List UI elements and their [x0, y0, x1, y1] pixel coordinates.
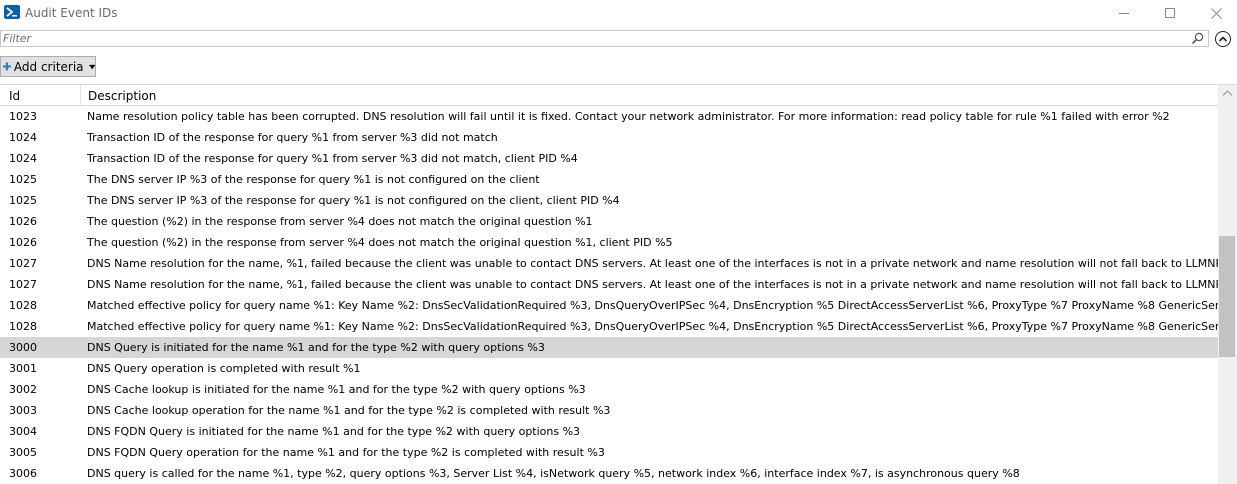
table-row[interactable]: 1025 The DNS server IP %3 of the response…	[0, 190, 1218, 211]
event-id-table: Id Description 1023 Name resolution polic…	[0, 84, 1237, 484]
table-row[interactable]: 3003 DNS Cache lookup operation for the n…	[0, 400, 1218, 421]
description-cell: Transaction ID of the response for query…	[87, 152, 578, 165]
dropdown-arrow-icon	[88, 64, 95, 69]
description-cell: DNS Name resolution for the name, %1, fa…	[87, 278, 1218, 291]
table-row[interactable]: 3006 DNS query is called for the name %1,…	[0, 463, 1218, 484]
event-id-cell: 1025	[9, 173, 37, 186]
filter-input[interactable]	[3, 31, 1183, 46]
description-cell: DNS Query is initiated for the name %1 a…	[87, 341, 545, 354]
table-row[interactable]: 1025 The DNS server IP %3 of the response…	[0, 169, 1218, 190]
event-id-cell: 1024	[9, 131, 37, 144]
description-cell: The DNS server IP %3 of the response for…	[87, 194, 620, 207]
table-row[interactable]: 3002 DNS Cache lookup is initiated for th…	[0, 379, 1218, 400]
minimize-icon	[1119, 13, 1129, 14]
filter-bar	[0, 30, 1209, 47]
table-row[interactable]: 1024 Transaction ID of the response for q…	[0, 127, 1218, 148]
description-cell: Transaction ID of the response for query…	[87, 131, 498, 144]
column-divider[interactable]	[80, 85, 81, 105]
table-row[interactable]: 1024 Transaction ID of the response for q…	[0, 148, 1218, 169]
event-id-cell: 3002	[9, 383, 37, 396]
event-id-cell: 3004	[9, 425, 37, 438]
table-row[interactable]: 1023 Name resolution policy table has bee…	[0, 106, 1218, 127]
table-row[interactable]: 1027 DNS Name resolution for the name, %1…	[0, 274, 1218, 295]
description-cell: Matched effective policy for query name …	[87, 320, 1218, 333]
column-header-id[interactable]: Id	[9, 89, 20, 103]
description-cell: DNS FQDN Query is initiated for the name…	[87, 425, 581, 438]
table-row[interactable]: 1027 DNS Name resolution for the name, %1…	[0, 253, 1218, 274]
add-criteria-label: Add criteria	[13, 59, 84, 74]
event-id-cell: 3000	[9, 341, 37, 354]
event-id-cell: 3001	[9, 362, 37, 375]
table-row[interactable]: 3001 DNS Query operation is completed wit…	[0, 358, 1218, 379]
minimize-button[interactable]	[1101, 0, 1147, 26]
scroll-up-arrow-icon[interactable]	[1222, 89, 1233, 97]
event-id-cell: 1028	[9, 299, 37, 312]
description-cell: The question (%2) in the response from s…	[87, 236, 673, 249]
vertical-scrollbar[interactable]	[1218, 85, 1237, 484]
column-header-description[interactable]: Description	[88, 89, 156, 103]
chevron-up-circle-icon	[1218, 36, 1228, 42]
event-id-cell: 3006	[9, 467, 37, 480]
event-id-cell: 3003	[9, 404, 37, 417]
description-cell: DNS FQDN Query operation for the name %1…	[87, 446, 605, 459]
table-row[interactable]: 1028 Matched effective policy for query n…	[0, 316, 1218, 337]
description-cell: DNS Cache lookup is initiated for the na…	[87, 383, 586, 396]
window-title: Audit Event IDs	[25, 6, 118, 20]
table-row[interactable]: 3004 DNS FQDN Query is initiated for the …	[0, 421, 1218, 442]
description-cell: DNS Cache lookup operation for the name …	[87, 404, 611, 417]
event-id-cell: 1024	[9, 152, 37, 165]
add-criteria-button[interactable]: Add criteria	[0, 56, 96, 77]
description-cell: The question (%2) in the response from s…	[87, 215, 593, 228]
table-header: Id Description	[0, 85, 1218, 106]
table-body: 1023 Name resolution policy table has bee…	[0, 106, 1218, 484]
description-cell: DNS Query operation is completed with re…	[87, 362, 361, 375]
close-icon	[1210, 7, 1222, 19]
powershell-icon	[4, 5, 20, 19]
table-row[interactable]: 1026 The question (%2) in the response fr…	[0, 232, 1218, 253]
maximize-button[interactable]	[1147, 0, 1193, 26]
table-row[interactable]: 3005 DNS FQDN Query operation for the nam…	[0, 442, 1218, 463]
description-cell: Matched effective policy for query name …	[87, 299, 1218, 312]
description-cell: The DNS server IP %3 of the response for…	[87, 173, 540, 186]
event-id-cell: 1023	[9, 110, 37, 123]
event-id-cell: 1028	[9, 320, 37, 333]
event-id-cell: 1025	[9, 194, 37, 207]
search-icon[interactable]	[1191, 32, 1204, 45]
title-bar: Audit Event IDs	[0, 0, 1237, 26]
table-row[interactable]: 1026 The question (%2) in the response fr…	[0, 211, 1218, 232]
event-id-cell: 1027	[9, 257, 37, 270]
scrollbar-thumb[interactable]	[1219, 236, 1235, 357]
event-id-cell: 1026	[9, 236, 37, 249]
table-row[interactable]: 1028 Matched effective policy for query n…	[0, 295, 1218, 316]
maximize-icon	[1165, 8, 1175, 18]
table-row[interactable]: 3000 DNS Query is initiated for the name …	[0, 337, 1218, 358]
close-button[interactable]	[1193, 0, 1237, 26]
description-cell: DNS query is called for the name %1, typ…	[87, 467, 1020, 480]
plus-icon	[3, 62, 11, 71]
event-id-cell: 1027	[9, 278, 37, 291]
description-cell: Name resolution policy table has been co…	[87, 110, 1170, 123]
event-id-cell: 1026	[9, 215, 37, 228]
event-id-cell: 3005	[9, 446, 37, 459]
collapse-filter-button[interactable]	[1215, 31, 1231, 47]
description-cell: DNS Name resolution for the name, %1, fa…	[87, 257, 1218, 270]
